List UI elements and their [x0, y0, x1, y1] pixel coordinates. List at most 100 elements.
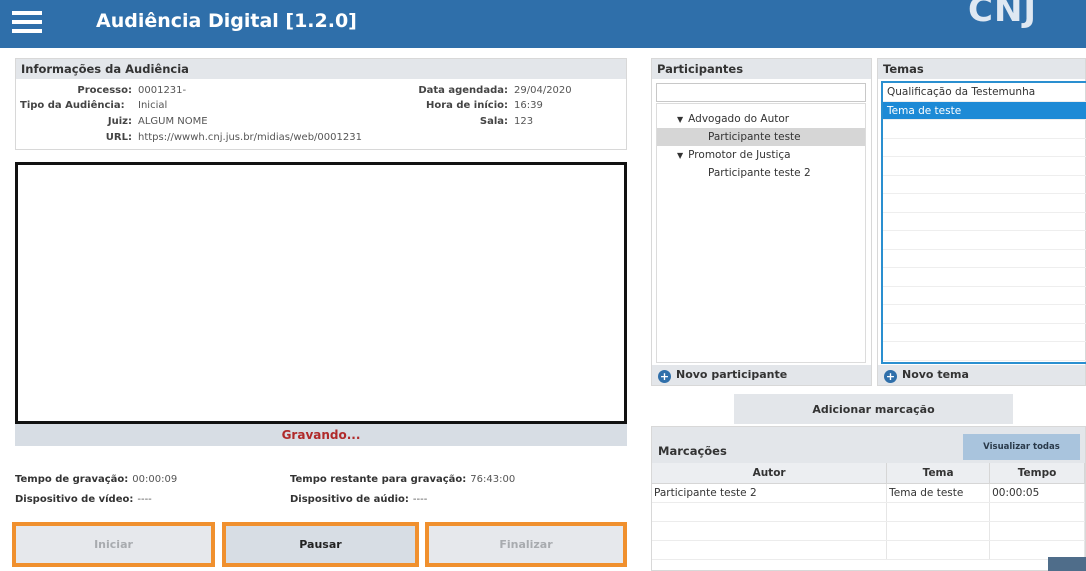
hora-inicio-value: 16:39: [514, 100, 543, 111]
tempo-restante-label: Tempo restante para gravação:: [290, 474, 467, 485]
novo-tema-button[interactable]: + Novo tema: [878, 365, 1085, 385]
expand-triangle-icon[interactable]: ▼: [677, 115, 683, 124]
table-row-empty: [652, 540, 1085, 560]
pausar-button[interactable]: Pausar: [226, 526, 415, 563]
marcacoes-header: Marcações Visualizar todas: [652, 427, 1085, 463]
iniciar-button-highlight: Iniciar: [12, 522, 215, 567]
corner-widget: [1048, 557, 1086, 571]
tempo-restante: Tempo restante para gravação: 76:43:00: [290, 474, 515, 485]
video-preview: [15, 162, 627, 424]
tipo-label: Tipo da Audiência:: [20, 100, 125, 111]
url-row: URL: https://wwwh.cnj.jus.br/midias/web/0…: [20, 132, 362, 143]
pausar-button-highlight: Pausar: [222, 522, 419, 567]
info-panel-title: Informações da Audiência: [16, 59, 626, 79]
juiz-row: Juiz: ALGUM NOME: [20, 116, 208, 127]
app-title: Audiência Digital [1.2.0]: [96, 10, 357, 32]
data-agendada-label: Data agendada:: [418, 85, 508, 96]
dispositivo-audio: Dispositivo de aúdio: ----: [290, 494, 427, 505]
tree-item-participante-teste-2[interactable]: Participante teste 2: [657, 164, 865, 182]
novo-participante-label: Novo participante: [676, 368, 788, 381]
empty-row: [883, 268, 1086, 287]
finalizar-button[interactable]: Finalizar: [429, 526, 623, 563]
empty-row: [883, 324, 1086, 342]
tempo-restante-value: 76:43:00: [470, 474, 516, 485]
dispositivo-video-value: ----: [137, 494, 152, 505]
empty-row: [883, 250, 1086, 268]
cell-tempo: 00:00:05: [989, 483, 1085, 503]
juiz-label: Juiz:: [107, 116, 132, 127]
hora-inicio-row: Hora de início: 16:39: [396, 100, 543, 111]
participantes-search-input[interactable]: [656, 83, 866, 102]
participantes-title: Participantes: [652, 59, 871, 79]
temas-title: Temas: [878, 59, 1085, 79]
plus-circle-icon: +: [658, 370, 671, 383]
table-row-empty: [652, 521, 1085, 541]
dispositivo-video: Dispositivo de vídeo: ----: [15, 494, 152, 505]
empty-row: [883, 194, 1086, 213]
cell-tema: Tema de teste: [886, 483, 991, 503]
dispositivo-video-label: Dispositivo de vídeo:: [15, 494, 134, 505]
info-panel: Informações da Audiência Processo: 000123…: [15, 58, 627, 150]
tree-item-participante-teste[interactable]: Participante teste: [657, 128, 865, 146]
temas-list: Qualificação da Testemunha Tema de teste: [881, 81, 1086, 364]
data-agendada-row: Data agendada: 29/04/2020: [396, 85, 572, 96]
adicionar-marcacao-button[interactable]: Adicionar marcação: [734, 394, 1013, 424]
novo-tema-label: Novo tema: [902, 368, 969, 381]
data-agendada-value: 29/04/2020: [514, 85, 572, 96]
expand-triangle-icon[interactable]: ▼: [677, 151, 683, 160]
juiz-value: ALGUM NOME: [138, 116, 208, 127]
participantes-tree: ▼ Advogado do Autor Participante teste ▼ P…: [656, 103, 866, 363]
empty-row: [883, 305, 1086, 324]
tree-group-label: Promotor de Justiça: [688, 149, 791, 161]
empty-row: [883, 287, 1086, 305]
empty-row: [883, 120, 1086, 139]
empty-row: [883, 342, 1086, 361]
app-header: Audiência Digital [1.2.0] CNJ: [0, 0, 1086, 48]
cnj-logo: CNJ: [968, 0, 1038, 30]
dispositivo-audio-label: Dispositivo de aúdio:: [290, 494, 409, 505]
empty-row: [883, 176, 1086, 194]
tempo-gravacao-value: 00:00:09: [132, 474, 178, 485]
plus-circle-icon: +: [884, 370, 897, 383]
recording-status: Gravando...: [15, 424, 627, 446]
column-header-tema[interactable]: Tema: [886, 463, 991, 484]
table-row[interactable]: Participante teste 2 Tema de teste 00:00…: [652, 483, 1085, 503]
tree-group-promotor[interactable]: ▼ Promotor de Justiça: [657, 146, 865, 164]
novo-participante-button[interactable]: + Novo participante: [652, 365, 871, 385]
sala-value: 123: [514, 116, 534, 127]
empty-row: [883, 139, 1086, 157]
url-value[interactable]: https://wwwh.cnj.jus.br/midias/web/00012…: [138, 132, 362, 143]
tema-item[interactable]: Qualificação da Testemunha: [883, 83, 1086, 102]
processo-value: 0001231-: [138, 85, 187, 96]
tree-group-advogado[interactable]: ▼ Advogado do Autor: [657, 110, 865, 128]
hamburger-menu-icon[interactable]: [12, 11, 42, 33]
participantes-panel: Participantes ▼ Advogado do Autor Partici…: [651, 58, 872, 386]
url-label: URL:: [105, 132, 132, 143]
tempo-gravacao-label: Tempo de gravação:: [15, 474, 129, 485]
marcacoes-table: Autor Tema Tempo Participante teste 2 Te…: [652, 463, 1085, 560]
tree-group-label: Advogado do Autor: [688, 113, 790, 125]
empty-row: [883, 231, 1086, 250]
visualizar-todas-button[interactable]: Visualizar todas: [963, 434, 1080, 460]
dispositivo-audio-value: ----: [412, 494, 428, 505]
column-header-tempo[interactable]: Tempo: [989, 463, 1085, 484]
processo-label: Processo:: [77, 85, 132, 96]
tipo-value: Inicial: [138, 100, 168, 111]
marcacoes-title: Marcações: [658, 444, 727, 458]
table-header-row: Autor Tema Tempo: [652, 463, 1085, 484]
empty-row: [883, 213, 1086, 231]
table-row-empty: [652, 502, 1085, 522]
processo-row: Processo: 0001231-: [20, 85, 186, 96]
tema-item-selected[interactable]: Tema de teste: [883, 101, 1086, 120]
temas-panel: Temas Qualificação da Testemunha Tema de…: [877, 58, 1086, 386]
marcacoes-panel: Marcações Visualizar todas Autor Tema Te…: [651, 426, 1086, 571]
cell-autor: Participante teste 2: [652, 483, 888, 503]
tempo-gravacao: Tempo de gravação: 00:00:09: [15, 474, 177, 485]
hora-inicio-label: Hora de início:: [425, 100, 508, 111]
iniciar-button[interactable]: Iniciar: [16, 526, 211, 563]
finalizar-button-highlight: Finalizar: [425, 522, 627, 567]
column-header-autor[interactable]: Autor: [652, 463, 888, 484]
sala-label: Sala:: [479, 116, 508, 127]
tipo-row: Tipo da Audiência: Inicial: [20, 100, 167, 111]
sala-row: Sala: 123: [396, 116, 533, 127]
